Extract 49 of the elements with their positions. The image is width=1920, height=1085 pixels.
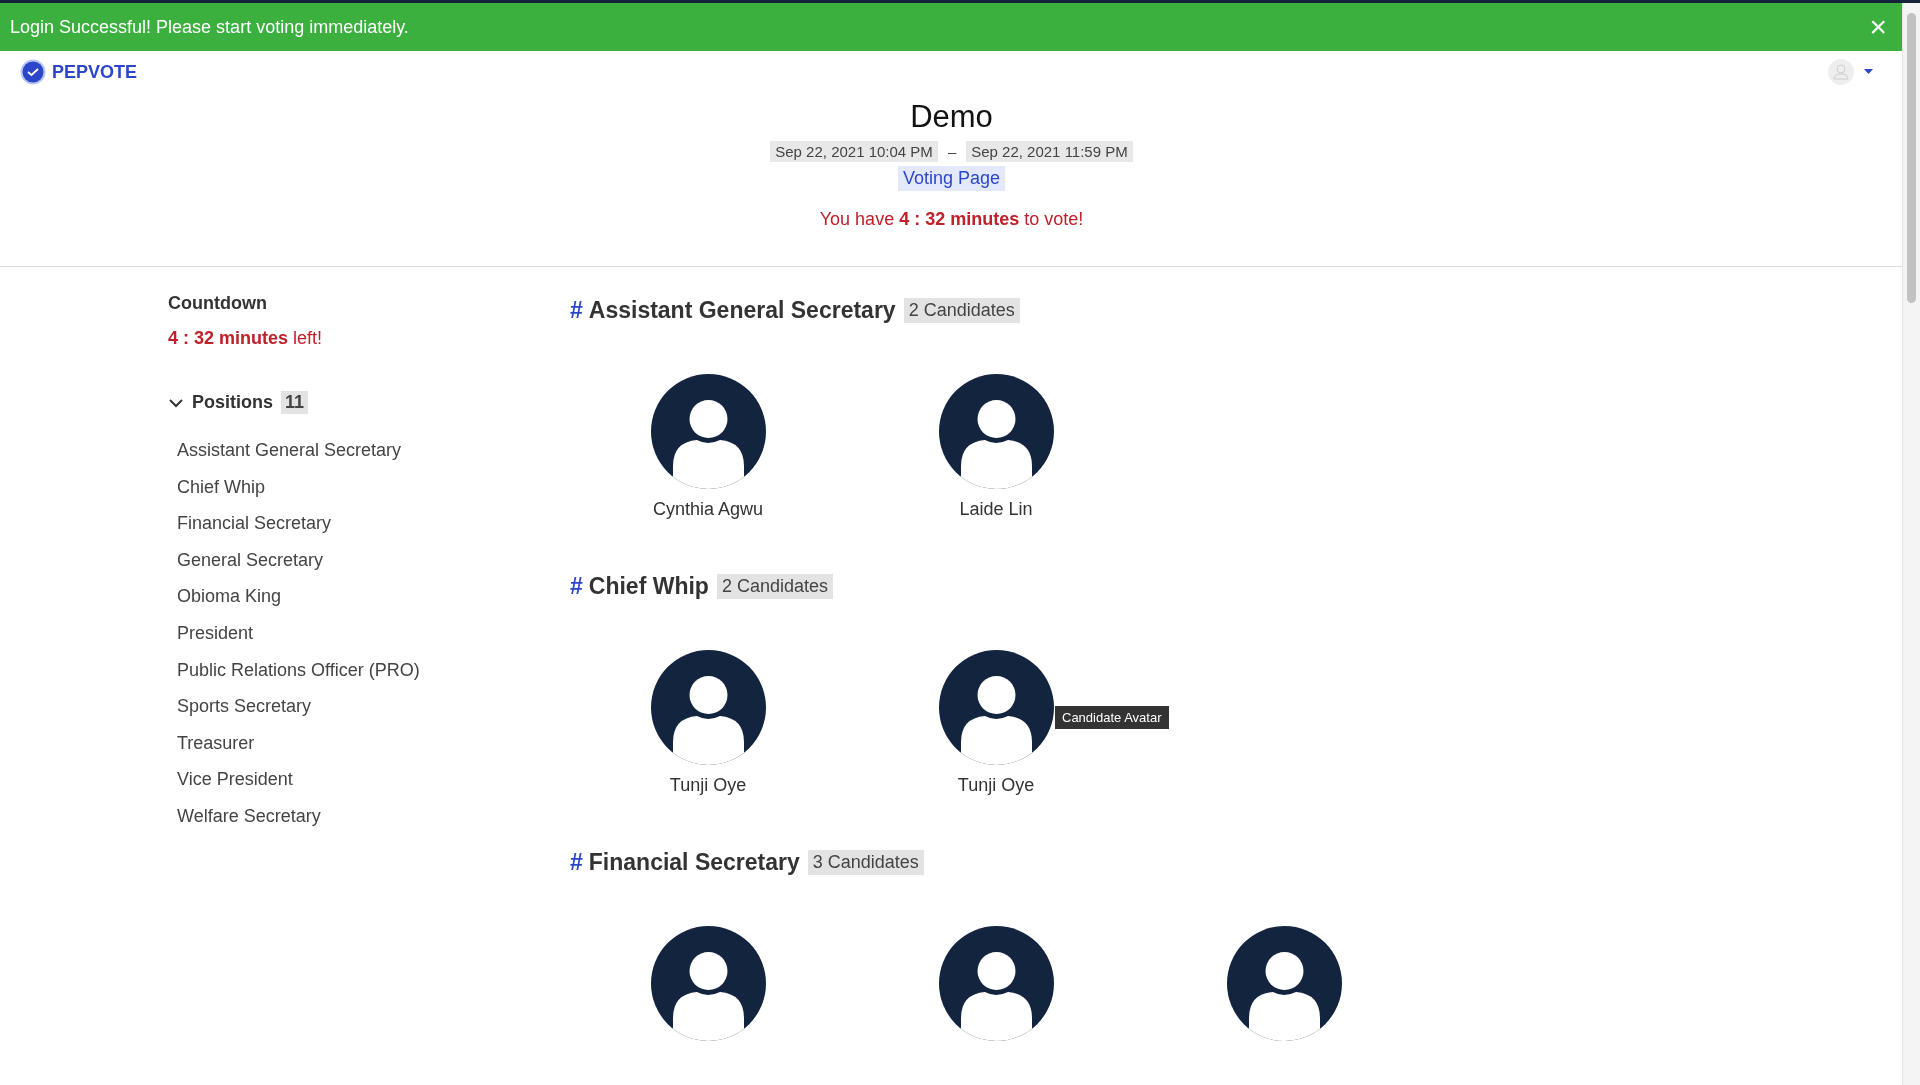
avatar-icon[interactable] bbox=[650, 374, 766, 489]
user-menu-button[interactable] bbox=[1828, 59, 1873, 85]
position-link[interactable]: Assistant General Secretary bbox=[177, 432, 402, 469]
election-title: Demo bbox=[910, 99, 993, 135]
countdown-text: 4 : 32 minutes left! bbox=[168, 328, 324, 349]
candidate-name: Tunji Oye bbox=[669, 775, 747, 796]
position-link[interactable]: Welfare Secretary bbox=[177, 797, 321, 835]
candidate-count: 2 Candidates bbox=[903, 298, 1020, 323]
avatar-icon[interactable] bbox=[938, 650, 1054, 765]
position-title: Chief Whip bbox=[588, 573, 709, 600]
end-date: Sep 22, 2021 11:59 PM bbox=[966, 141, 1133, 162]
page-label: Voting Page bbox=[897, 166, 1006, 191]
candidate-name: Tunji Oye bbox=[957, 775, 1035, 796]
avatar-icon[interactable] bbox=[650, 650, 766, 765]
position-link[interactable]: Chief Whip bbox=[177, 468, 266, 506]
avatar-icon[interactable] bbox=[1226, 926, 1342, 1041]
position-title: Assistant General Secretary bbox=[588, 297, 896, 324]
caret-icon bbox=[1864, 69, 1873, 75]
tooltip: Candidate Avatar bbox=[1055, 706, 1169, 729]
position-link[interactable]: Obioma King bbox=[177, 578, 282, 615]
position-link[interactable]: President bbox=[177, 614, 254, 652]
position-link[interactable]: Sports Secretary bbox=[177, 688, 312, 725]
check-logo-icon bbox=[20, 59, 46, 85]
user-avatar-icon bbox=[1828, 59, 1854, 85]
position-link[interactable]: Vice President bbox=[177, 761, 293, 798]
positions-count: 11 bbox=[281, 391, 309, 414]
position-link[interactable]: Public Relations Officer (PRO) bbox=[177, 651, 420, 689]
candidate-name: Cynthia Agwu bbox=[652, 499, 764, 520]
hash-marker: # bbox=[570, 297, 583, 324]
start-date: Sep 22, 2021 10:04 PM bbox=[770, 141, 938, 162]
brand-link[interactable]: PEPVOTE bbox=[20, 59, 138, 85]
hash-marker: # bbox=[570, 849, 583, 876]
position-title: Financial Secretary bbox=[588, 849, 800, 876]
avatar-icon[interactable] bbox=[938, 926, 1054, 1041]
date-separator: – bbox=[947, 143, 957, 160]
candidate-count: 2 Candidates bbox=[716, 574, 833, 599]
time-message: You have 4 : 32 minutes to vote! bbox=[819, 209, 1084, 230]
scrollbar[interactable] bbox=[1902, 3, 1920, 1085]
countdown-title: Countdown bbox=[168, 293, 268, 314]
candidate-count: 3 Candidates bbox=[807, 850, 924, 875]
positions-toggle[interactable]: Positions 11 bbox=[168, 391, 570, 414]
position-link[interactable]: General Secretary bbox=[177, 541, 324, 579]
avatar-icon[interactable] bbox=[938, 374, 1054, 489]
position-link[interactable]: Financial Secretary bbox=[177, 505, 332, 542]
avatar-icon[interactable] bbox=[650, 926, 766, 1041]
position-link[interactable]: Treasurer bbox=[177, 724, 255, 762]
candidate-name: Laide Lin bbox=[959, 499, 1033, 520]
alert-message: Login Successful! Please start voting immediately. bbox=[10, 16, 409, 38]
hash-marker: # bbox=[570, 573, 583, 600]
